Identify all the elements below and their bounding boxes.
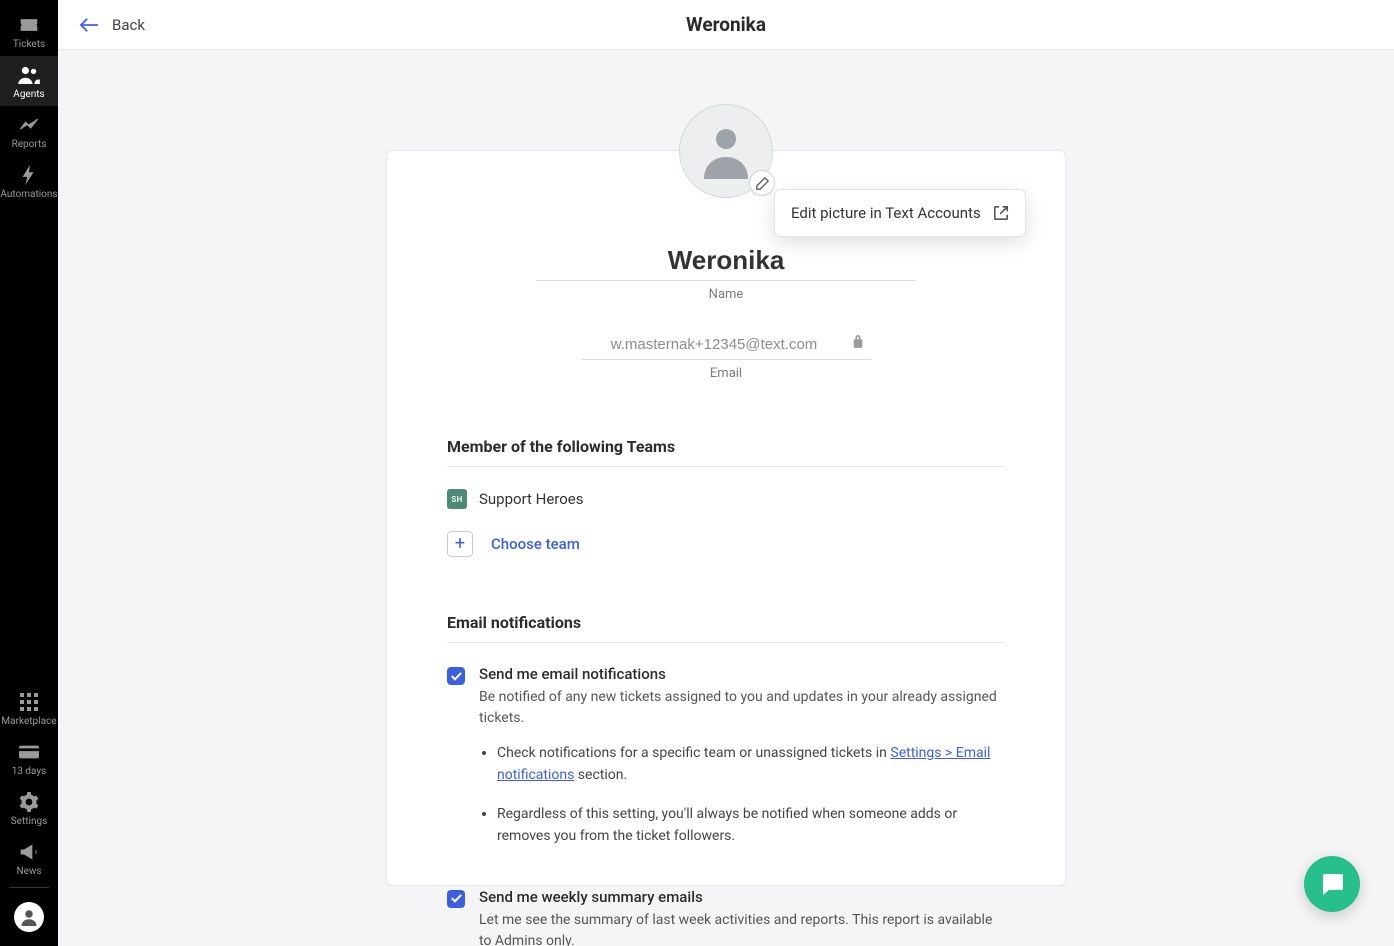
person-icon [698, 123, 754, 179]
edit-picture-popover[interactable]: Edit picture in Text Accounts [774, 189, 1026, 237]
checkbox-email-notifications[interactable] [447, 667, 465, 685]
content-scroll[interactable]: Name Email Member of the following Teams… [58, 50, 1394, 946]
team-name: Support Heroes [479, 490, 584, 508]
check-icon [451, 672, 462, 681]
nav-reports[interactable]: Reports [0, 106, 58, 156]
nav-label: Reports [12, 139, 47, 150]
checkbox-weekly-summary[interactable] [447, 890, 465, 908]
team-badge: SH [447, 489, 467, 509]
nav-label: Settings [11, 816, 48, 827]
check-icon [451, 894, 462, 903]
gear-icon [18, 791, 40, 813]
nav-settings[interactable]: Settings [0, 783, 58, 833]
nav-label: 13 days [12, 766, 47, 777]
nav-tickets[interactable]: Tickets [0, 6, 58, 56]
external-link-icon [993, 205, 1009, 221]
team-row: SH Support Heroes [447, 489, 1005, 509]
card-icon [18, 741, 40, 763]
pencil-icon [756, 177, 769, 190]
back-button[interactable]: Back [78, 16, 145, 34]
nav-news[interactable]: News [0, 833, 58, 883]
edit-avatar-button[interactable] [749, 170, 775, 196]
nav-marketplace[interactable]: Marketplace [0, 683, 58, 733]
name-label: Name [427, 287, 1025, 302]
topbar: Back Weronika [58, 0, 1394, 50]
check-desc: Be notified of any new tickets assigned … [479, 687, 1005, 729]
plus-icon: + [447, 531, 473, 557]
ticket-icon [18, 14, 40, 36]
choose-team-button[interactable]: + Choose team [447, 531, 1005, 557]
teams-heading: Member of the following Teams [447, 437, 1005, 467]
divider [9, 887, 49, 888]
notifications-heading: Email notifications [447, 613, 1005, 643]
nav-automations[interactable]: Automations [0, 156, 58, 206]
megaphone-icon [18, 841, 40, 863]
arrow-left-icon [78, 16, 100, 34]
notification-row: Send me email notifications Be notified … [447, 665, 1005, 866]
page-title: Weronika [58, 13, 1394, 36]
sidebar: Tickets Agents Reports Automations [0, 0, 58, 946]
nav-label: Automations [0, 189, 57, 200]
nav-label: Marketplace [1, 716, 56, 727]
check-title: Send me email notifications [479, 665, 1005, 683]
notification-row: Send me weekly summary emails Let me see… [447, 888, 1005, 946]
bullet-item: Check notifications for a specific team … [497, 743, 1005, 786]
email-input [581, 330, 871, 360]
main: Back Weronika Name [58, 0, 1394, 946]
profile-card: Name Email Member of the following Teams… [386, 150, 1066, 886]
bullet-item: Regardless of this setting, you'll alway… [497, 804, 1005, 847]
back-label: Back [112, 16, 145, 34]
choose-team-label: Choose team [491, 535, 580, 553]
name-input[interactable] [536, 241, 916, 281]
check-desc: Let me see the summary of last week acti… [479, 910, 1005, 946]
nav-agents[interactable]: Agents [0, 56, 58, 106]
email-label: Email [427, 366, 1025, 381]
check-title: Send me weekly summary emails [479, 888, 1005, 906]
user-avatar-button[interactable] [14, 902, 44, 932]
teams-section: Member of the following Teams SH Support… [427, 437, 1025, 557]
agents-icon [18, 64, 40, 86]
nav-trial[interactable]: 13 days [0, 733, 58, 783]
lock-icon [849, 332, 867, 350]
chat-fab[interactable] [1304, 856, 1360, 912]
grid-icon [18, 691, 40, 713]
nav-label: Tickets [13, 39, 45, 50]
chat-icon [1319, 871, 1345, 897]
notifications-section: Email notifications Send me email notifi… [427, 613, 1025, 946]
bolt-icon [18, 164, 40, 186]
avatar-wrap [679, 104, 773, 198]
nav-label: News [16, 866, 41, 877]
nav-label: Agents [13, 89, 44, 100]
reports-icon [18, 114, 40, 136]
popover-text: Edit picture in Text Accounts [791, 204, 981, 222]
